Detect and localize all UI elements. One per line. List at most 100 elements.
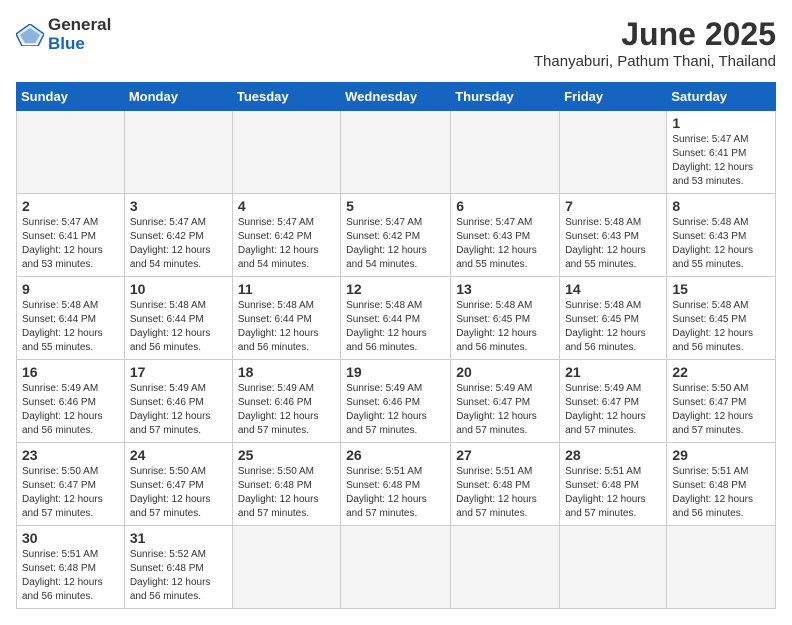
calendar-cell	[341, 111, 451, 194]
calendar-cell: 8Sunrise: 5:48 AMSunset: 6:43 PMDaylight…	[667, 194, 776, 277]
calendar-table: SundayMondayTuesdayWednesdayThursdayFrid…	[16, 82, 776, 609]
day-number: 27	[456, 447, 554, 463]
calendar-cell: 12 Sunrise: 5:48 AMSunset: 6:44 PMDayligh…	[341, 277, 451, 360]
logo-general: General	[48, 15, 111, 34]
day-number: 11	[238, 281, 335, 297]
day-info: Sunrise: 5:50 AMSunset: 6:47 PMDaylight:…	[130, 465, 227, 521]
calendar-cell: 17Sunrise: 5:49 AMSunset: 6:46 PMDayligh…	[124, 360, 232, 443]
day-info: Sunrise: 5:48 AMSunset: 6:45 PMDaylight:…	[456, 299, 554, 355]
logo-icon	[16, 24, 44, 46]
calendar-cell	[667, 526, 776, 609]
day-number: 20	[456, 364, 554, 380]
day-info: Sunrise: 5:51 AMSunset: 6:48 PMDaylight:…	[346, 465, 445, 521]
calendar-cell: 15Sunrise: 5:48 AMSunset: 6:45 PMDayligh…	[667, 277, 776, 360]
day-info: Sunrise: 5:48 AMSunset: 6:45 PMDaylight:…	[565, 299, 661, 355]
day-number: 9	[22, 281, 119, 297]
day-info: Sunrise: 5:47 AMSunset: 6:43 PMDaylight:…	[456, 216, 554, 272]
day-info: Sunrise: 5:51 AMSunset: 6:48 PMDaylight:…	[22, 548, 119, 604]
day-number: 24	[130, 447, 227, 463]
day-info: Sunrise: 5:47 AMSunset: 6:42 PMDaylight:…	[130, 216, 227, 272]
calendar-cell: 22Sunrise: 5:50 AMSunset: 6:47 PMDayligh…	[667, 360, 776, 443]
calendar-cell: 19 Sunrise: 5:49 AMSunset: 6:46 PMDayligh…	[341, 360, 451, 443]
col-header-saturday: Saturday	[667, 83, 776, 111]
calendar-cell	[341, 526, 451, 609]
calendar-cell: 25 Sunrise: 5:50 AMSunset: 6:48 PMDayligh…	[232, 443, 340, 526]
day-number: 23	[22, 447, 119, 463]
day-number: 16	[22, 364, 119, 380]
day-info: Sunrise: 5:48 AMSunset: 6:43 PMDaylight:…	[565, 216, 661, 272]
calendar-cell	[451, 111, 560, 194]
subtitle: Thanyaburi, Pathum Thani, Thailand	[534, 53, 776, 70]
day-number: 15	[672, 281, 770, 297]
calendar-cell	[232, 111, 340, 194]
week-row-4: 16 Sunrise: 5:49 AMSunset: 6:46 PMDayligh…	[17, 360, 776, 443]
calendar-cell: 31Sunrise: 5:52 AMSunset: 6:48 PMDayligh…	[124, 526, 232, 609]
day-info: Sunrise: 5:50 AMSunset: 6:47 PMDaylight:…	[672, 382, 770, 438]
calendar-cell: 18Sunrise: 5:49 AMSunset: 6:46 PMDayligh…	[232, 360, 340, 443]
calendar-cell: 7 Sunrise: 5:48 AMSunset: 6:43 PMDaylight…	[560, 194, 667, 277]
day-number: 18	[238, 364, 335, 380]
day-info: Sunrise: 5:52 AMSunset: 6:48 PMDaylight:…	[130, 548, 227, 604]
calendar-cell: 3Sunrise: 5:47 AMSunset: 6:42 PMDaylight…	[124, 194, 232, 277]
day-info: Sunrise: 5:48 AMSunset: 6:44 PMDaylight:…	[346, 299, 445, 355]
day-number: 8	[672, 198, 770, 214]
day-info: Sunrise: 5:49 AMSunset: 6:47 PMDaylight:…	[565, 382, 661, 438]
col-header-friday: Friday	[560, 83, 667, 111]
day-info: Sunrise: 5:48 AMSunset: 6:44 PMDaylight:…	[238, 299, 335, 355]
day-number: 10	[130, 281, 227, 297]
col-header-thursday: Thursday	[451, 83, 560, 111]
calendar-cell	[560, 526, 667, 609]
day-number: 25	[238, 447, 335, 463]
calendar-cell: 2Sunrise: 5:47 AMSunset: 6:41 PMDaylight…	[17, 194, 125, 277]
day-number: 4	[238, 198, 335, 214]
calendar-cell: 13Sunrise: 5:48 AMSunset: 6:45 PMDayligh…	[451, 277, 560, 360]
calendar-cell: 10 Sunrise: 5:48 AMSunset: 6:44 PMDayligh…	[124, 277, 232, 360]
day-number: 19	[346, 364, 445, 380]
week-row-1: 1 Sunrise: 5:47 AMSunset: 6:41 PMDaylight…	[17, 111, 776, 194]
title-area: June 2025 Thanyaburi, Pathum Thani, Thai…	[534, 16, 776, 70]
day-info: Sunrise: 5:51 AMSunset: 6:48 PMDaylight:…	[672, 465, 770, 521]
day-info: Sunrise: 5:49 AMSunset: 6:46 PMDaylight:…	[22, 382, 119, 438]
day-info: Sunrise: 5:47 AMSunset: 6:41 PMDaylight:…	[22, 216, 119, 272]
day-number: 26	[346, 447, 445, 463]
calendar-cell	[17, 111, 125, 194]
week-row-5: 23 Sunrise: 5:50 AMSunset: 6:47 PMDayligh…	[17, 443, 776, 526]
calendar-cell	[124, 111, 232, 194]
day-number: 28	[565, 447, 661, 463]
col-header-wednesday: Wednesday	[341, 83, 451, 111]
week-row-6: 30 Sunrise: 5:51 AMSunset: 6:48 PMDayligh…	[17, 526, 776, 609]
calendar-cell: 14Sunrise: 5:48 AMSunset: 6:45 PMDayligh…	[560, 277, 667, 360]
day-number: 1	[672, 115, 770, 131]
calendar-cell: 6Sunrise: 5:47 AMSunset: 6:43 PMDaylight…	[451, 194, 560, 277]
calendar-cell: 23 Sunrise: 5:50 AMSunset: 6:47 PMDayligh…	[17, 443, 125, 526]
calendar-cell: 28 Sunrise: 5:51 AMSunset: 6:48 PMDayligh…	[560, 443, 667, 526]
calendar-cell: 4 Sunrise: 5:47 AMSunset: 6:42 PMDaylight…	[232, 194, 340, 277]
day-info: Sunrise: 5:50 AMSunset: 6:47 PMDaylight:…	[22, 465, 119, 521]
day-info: Sunrise: 5:48 AMSunset: 6:44 PMDaylight:…	[130, 299, 227, 355]
day-info: Sunrise: 5:49 AMSunset: 6:46 PMDaylight:…	[346, 382, 445, 438]
calendar-cell: 9Sunrise: 5:48 AMSunset: 6:44 PMDaylight…	[17, 277, 125, 360]
calendar-cell: 24 Sunrise: 5:50 AMSunset: 6:47 PMDayligh…	[124, 443, 232, 526]
day-number: 5	[346, 198, 445, 214]
day-info: Sunrise: 5:50 AMSunset: 6:48 PMDaylight:…	[238, 465, 335, 521]
day-info: Sunrise: 5:51 AMSunset: 6:48 PMDaylight:…	[565, 465, 661, 521]
calendar-cell: 11 Sunrise: 5:48 AMSunset: 6:44 PMDayligh…	[232, 277, 340, 360]
logo-blue: Blue	[48, 34, 85, 53]
day-info: Sunrise: 5:47 AMSunset: 6:42 PMDaylight:…	[238, 216, 335, 272]
day-number: 30	[22, 530, 119, 546]
calendar-cell: 27 Sunrise: 5:51 AMSunset: 6:48 PMDayligh…	[451, 443, 560, 526]
calendar-cell	[451, 526, 560, 609]
day-info: Sunrise: 5:47 AMSunset: 6:41 PMDaylight:…	[672, 133, 770, 189]
day-info: Sunrise: 5:51 AMSunset: 6:48 PMDaylight:…	[456, 465, 554, 521]
calendar-cell	[232, 526, 340, 609]
col-header-tuesday: Tuesday	[232, 83, 340, 111]
calendar-cell: 16 Sunrise: 5:49 AMSunset: 6:46 PMDayligh…	[17, 360, 125, 443]
day-number: 29	[672, 447, 770, 463]
calendar-cell: 21Sunrise: 5:49 AMSunset: 6:47 PMDayligh…	[560, 360, 667, 443]
day-number: 12	[346, 281, 445, 297]
main-title: June 2025	[534, 16, 776, 53]
day-info: Sunrise: 5:47 AMSunset: 6:42 PMDaylight:…	[346, 216, 445, 272]
calendar-cell: 5 Sunrise: 5:47 AMSunset: 6:42 PMDaylight…	[341, 194, 451, 277]
logo-text: General Blue	[48, 16, 111, 53]
day-number: 7	[565, 198, 661, 214]
